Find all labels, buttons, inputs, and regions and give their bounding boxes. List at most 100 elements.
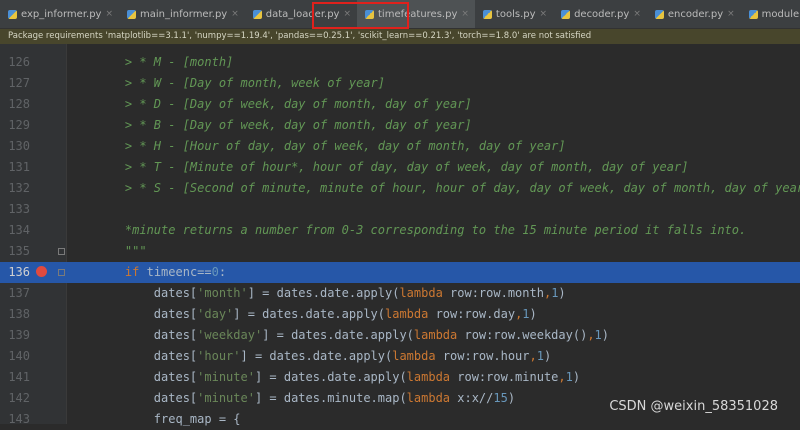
code-line[interactable]: 129 > * B - [Day of week, day of month, … xyxy=(0,115,800,136)
code-token: 1 xyxy=(565,370,573,384)
tab-label: exp_informer.py xyxy=(21,8,102,20)
code-token: 'month' xyxy=(197,286,248,300)
line-number: 135 xyxy=(8,244,30,258)
close-icon[interactable]: × xyxy=(231,9,239,19)
tab-main-informer-py[interactable]: main_informer.py × xyxy=(119,0,245,28)
code-token: 1 xyxy=(594,328,602,342)
line-number: 130 xyxy=(8,139,30,153)
code-token: ) xyxy=(572,370,581,384)
code-line[interactable]: 140 dates['hour'] = dates.date.apply(lam… xyxy=(0,346,800,367)
code-token: ] = dates.date.apply( xyxy=(240,349,393,363)
close-icon[interactable]: × xyxy=(343,9,351,19)
tab-label: encoder.py xyxy=(667,8,724,20)
line-number: 128 xyxy=(8,97,30,111)
code-token: lambda xyxy=(392,349,443,363)
code-token: ) xyxy=(507,391,516,405)
code-token: > * H - [Hour of day, day of week, day o… xyxy=(96,139,566,153)
code-text: > * B - [Day of week, day of month, day … xyxy=(96,115,472,136)
python-file-icon xyxy=(127,9,137,19)
close-icon[interactable]: × xyxy=(633,9,641,19)
code-line[interactable]: 128 > * D - [Day of week, day of month, … xyxy=(0,94,800,115)
python-file-icon xyxy=(748,9,758,19)
code-line[interactable]: 133 xyxy=(0,199,800,220)
code-line[interactable]: 141 dates['minute'] = dates.date.apply(l… xyxy=(0,367,800,388)
code-text: > * D - [Day of week, day of month, day … xyxy=(96,94,472,115)
code-token: ) xyxy=(601,328,610,342)
code-token: , xyxy=(529,349,537,363)
code-line[interactable]: 130 > * H - [Hour of day, day of week, d… xyxy=(0,136,800,157)
code-token: dates[ xyxy=(96,370,198,384)
code-text: dates['day'] = dates.date.apply(lambda r… xyxy=(96,304,537,325)
tab-data-loader-py[interactable]: data_loader.py × xyxy=(245,0,357,28)
code-token: dates[ xyxy=(96,307,198,321)
code-token: 'minute' xyxy=(197,391,255,405)
code-token: if xyxy=(124,265,147,279)
code-token: dates[ xyxy=(96,349,198,363)
tab-tools-py[interactable]: tools.py × xyxy=(475,0,553,28)
line-number: 137 xyxy=(8,286,30,300)
fold-marker-icon[interactable] xyxy=(58,269,65,276)
line-number: 126 xyxy=(8,55,30,69)
code-token: > * W - [Day of month, week of year] xyxy=(96,76,385,90)
code-token: ] = dates.date.apply( xyxy=(247,286,400,300)
code-token: 1 xyxy=(522,307,530,321)
code-token: : xyxy=(218,265,227,279)
line-number: 136 xyxy=(8,265,30,279)
code-token: ) xyxy=(543,349,552,363)
code-token: row:row.weekday() xyxy=(464,328,588,342)
tab-timefeatures-py[interactable]: timefeatures.py × xyxy=(357,0,475,28)
fold-marker-icon[interactable] xyxy=(58,248,65,255)
tab-decoder-py[interactable]: decoder.py × xyxy=(553,0,647,28)
tab-module-py[interactable]: module.py× xyxy=(741,0,800,28)
code-line[interactable]: 132 > * S - [Second of minute, minute of… xyxy=(0,178,800,199)
code-token: 1 xyxy=(536,349,544,363)
python-file-icon xyxy=(252,9,262,19)
line-number: 140 xyxy=(8,349,30,363)
python-file-icon xyxy=(482,9,492,19)
code-line[interactable]: 137 dates['month'] = dates.date.apply(la… xyxy=(0,283,800,304)
close-icon[interactable]: × xyxy=(540,9,548,19)
code-token: dates[ xyxy=(96,391,198,405)
code-token: > * T - [Minute of hour*, hour of day, d… xyxy=(96,160,689,174)
tab-label: main_informer.py xyxy=(140,8,228,20)
line-number: 138 xyxy=(8,307,30,321)
code-text: dates['hour'] = dates.date.apply(lambda … xyxy=(96,346,551,367)
tab-label: module.py xyxy=(761,8,800,20)
code-text: if timeenc==0: xyxy=(96,262,226,283)
breakpoint-icon[interactable] xyxy=(36,266,47,277)
line-number: 131 xyxy=(8,160,30,174)
python-file-icon xyxy=(365,9,375,19)
code-line[interactable]: 134 *minute returns a number from 0-3 co… xyxy=(0,220,800,241)
code-token: > * M - [month] xyxy=(96,55,234,69)
code-token: > * B - [Day of week, day of month, day … xyxy=(96,118,472,132)
code-line[interactable]: 139 dates['weekday'] = dates.date.apply(… xyxy=(0,325,800,346)
code-token: 'weekday' xyxy=(197,328,263,342)
code-token: ] = dates.date.apply( xyxy=(262,328,414,342)
code-token: lambda xyxy=(385,307,436,321)
code-text: > * M - [month] xyxy=(96,52,233,73)
close-icon[interactable]: × xyxy=(727,9,735,19)
code-token: """ xyxy=(96,244,147,258)
close-icon[interactable]: × xyxy=(105,9,113,19)
code-text: > * S - [Second of minute, minute of hou… xyxy=(96,178,800,199)
code-token: x:x// xyxy=(457,391,494,405)
tab-exp-informer-py[interactable]: exp_informer.py × xyxy=(0,0,119,28)
code-token: lambda xyxy=(399,286,451,300)
code-editor[interactable]: 126 > * M - [month] 127 > * W - [Day of m… xyxy=(0,44,800,426)
code-token: ] = dates.date.apply( xyxy=(254,370,407,384)
code-token: *minute returns a number from 0-3 corres… xyxy=(96,223,747,237)
code-token: , xyxy=(558,370,566,384)
code-line[interactable]: 126 > * M - [month] xyxy=(0,52,800,73)
tab-label: tools.py xyxy=(495,8,536,20)
editor-tab-bar: exp_informer.py × main_informer.py × data_lo… xyxy=(0,0,800,29)
code-line[interactable]: 135 """ xyxy=(0,241,800,262)
close-icon[interactable]: × xyxy=(461,9,469,19)
code-line-current[interactable]: 136 if timeenc==0: xyxy=(0,262,800,283)
code-text: > * T - [Minute of hour*, hour of day, d… xyxy=(96,157,689,178)
code-line[interactable]: 131 > * T - [Minute of hour*, hour of da… xyxy=(0,157,800,178)
tab-encoder-py[interactable]: encoder.py × xyxy=(647,0,741,28)
code-line[interactable]: 127 > * W - [Day of month, week of year] xyxy=(0,73,800,94)
code-token: 'hour' xyxy=(197,349,241,363)
code-line[interactable]: 138 dates['day'] = dates.date.apply(lamb… xyxy=(0,304,800,325)
